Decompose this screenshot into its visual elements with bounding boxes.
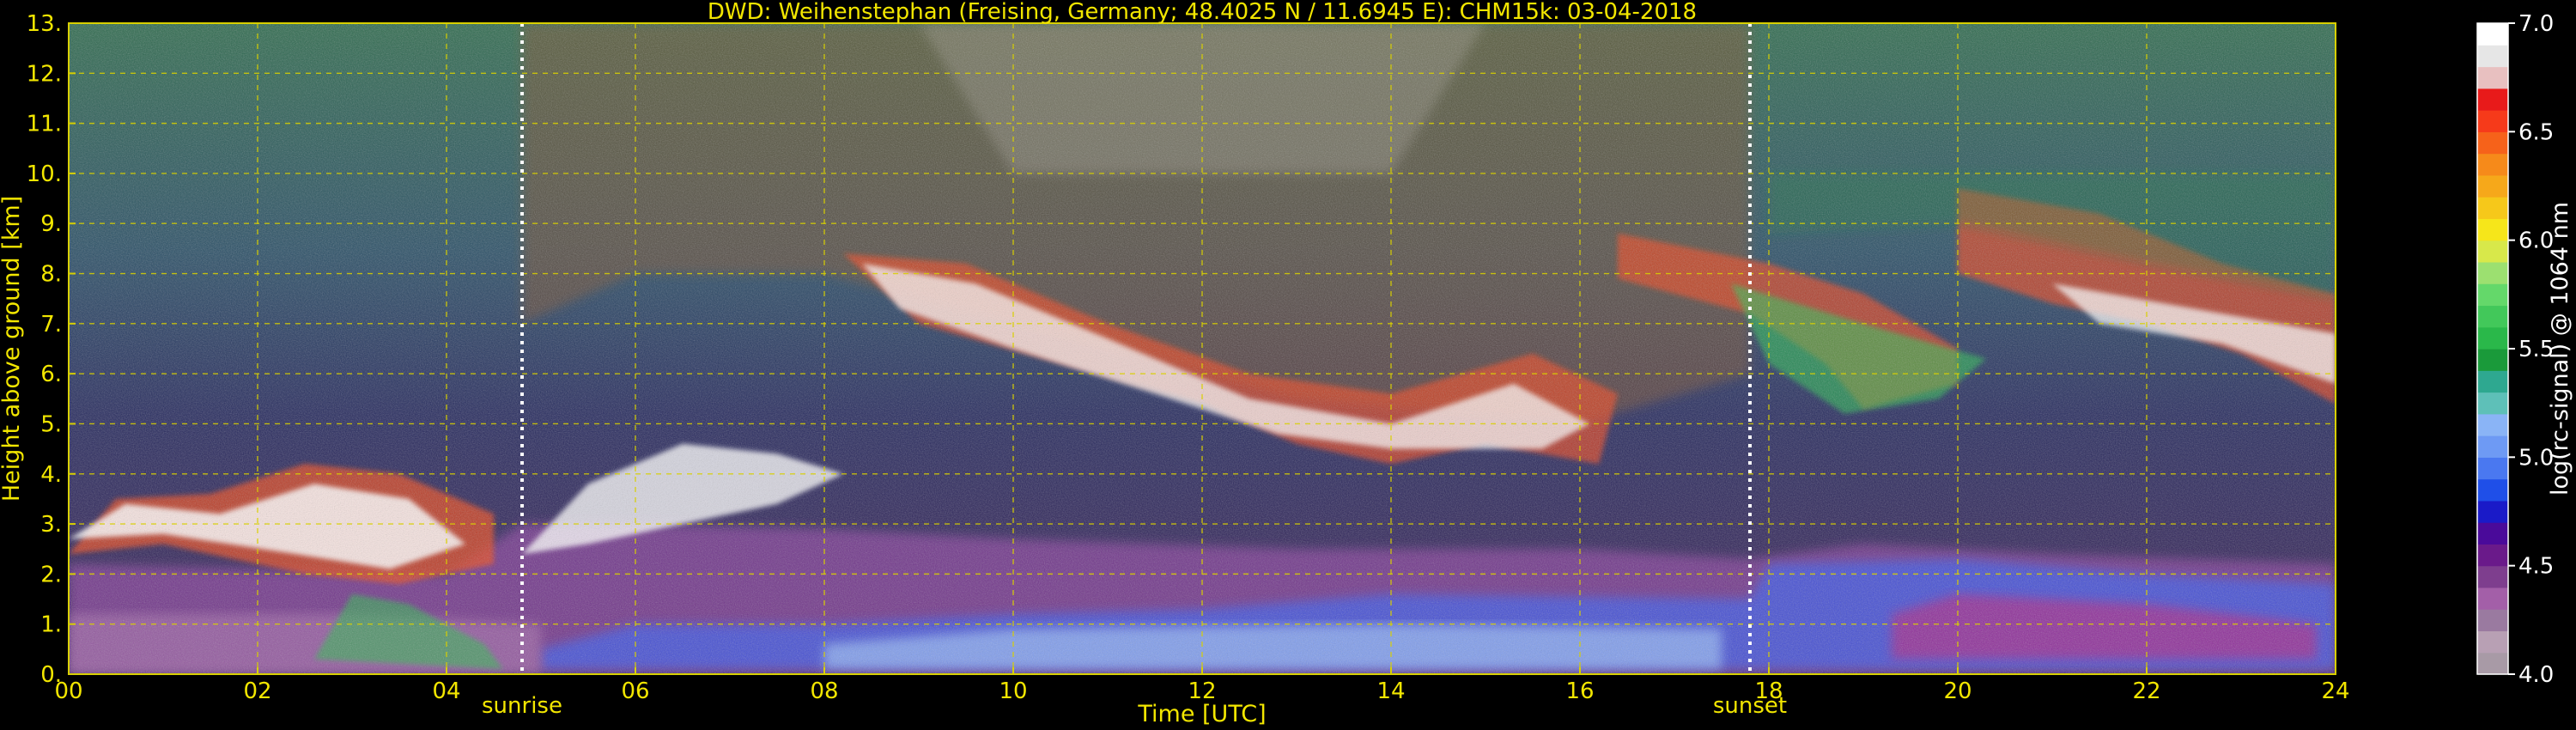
x-tick-label: 08 [810, 678, 838, 704]
x-tick-label: 06 [621, 678, 649, 704]
colorbar-segment [2477, 174, 2508, 198]
y-tick-label: 11. [27, 112, 62, 137]
y-tick-label: 12. [27, 61, 62, 87]
colorbar-segment [2477, 45, 2508, 68]
y-tick-label: 2. [40, 562, 62, 587]
y-tick-label: 4. [40, 462, 62, 488]
colorbar-segment [2477, 609, 2508, 632]
x-tick-label: 02 [243, 678, 271, 704]
chart-title: DWD: Weihenstephan (Freising, Germany; 4… [708, 0, 1697, 25]
colorbar-segment [2477, 370, 2508, 393]
colorbar-segment [2477, 283, 2508, 307]
colorbar-segment [2477, 218, 2508, 241]
colorbar-segment [2477, 66, 2508, 89]
y-tick-label: 3. [40, 512, 62, 538]
colorbar-segment [2477, 197, 2508, 219]
colorbar-segment [2477, 110, 2508, 132]
x-tick-label: 24 [2321, 678, 2349, 704]
sunrise-label: sunrise [482, 693, 562, 719]
y-tick-label: 10. [27, 161, 62, 187]
colorbar: 4.04.55.05.56.06.57.0 [2476, 11, 2554, 688]
colorbar-segment [2477, 652, 2508, 675]
x-tick-label: 20 [1943, 678, 1971, 704]
colorbar-segment [2477, 435, 2508, 458]
colorbar-segment [2477, 131, 2508, 155]
colorbar-tick-label: 4.5 [2518, 554, 2554, 580]
x-axis-label: Time [UTC] [1137, 701, 1266, 727]
y-tick-label: 1. [40, 612, 62, 638]
y-tick-label: 13. [27, 11, 62, 37]
x-tick-label: 22 [2132, 678, 2160, 704]
x-tick-label: 14 [1376, 678, 1405, 704]
colorbar-segment [2477, 544, 2508, 567]
x-tick-label: 16 [1565, 678, 1594, 704]
colorbar-segment [2477, 565, 2508, 588]
colorbar-segment [2477, 392, 2508, 415]
y-tick-label: 0. [40, 662, 62, 688]
colorbar-segment [2477, 240, 2508, 263]
colorbar-tick-label: 7.0 [2518, 11, 2554, 37]
y-tick-label: 9. [40, 211, 62, 237]
y-tick-label: 6. [40, 362, 62, 387]
colorbar-segment [2477, 326, 2508, 350]
y-tick-label: 7. [40, 312, 62, 338]
colorbar-segment [2477, 478, 2508, 502]
colorbar-tick-label: 6.5 [2518, 119, 2554, 145]
colorbar-segment [2477, 305, 2508, 328]
colorbar-tick-label: 4.0 [2518, 662, 2554, 688]
x-tick-label: 04 [432, 678, 460, 704]
colorbar-label: log(rc-signal) @ 1064 nm [2547, 202, 2573, 496]
y-tick-label: 5. [40, 411, 62, 437]
y-axis-label: Height above ground [km] [0, 196, 25, 502]
colorbar-segment [2477, 630, 2508, 654]
colorbar-segment [2477, 23, 2508, 46]
x-tick-label: 18 [1754, 678, 1783, 704]
y-tick-label: 8. [40, 262, 62, 288]
colorbar-segment [2477, 413, 2508, 436]
colorbar-segment [2477, 261, 2508, 284]
colorbar-segment [2477, 587, 2508, 610]
x-tick-label: 10 [999, 678, 1027, 704]
colorbar-segment [2477, 88, 2508, 111]
lidar-chart: sunrise sunset 00 02 04 06 08 10 12 14 16 18 20 22 24… [0, 0, 2573, 727]
colorbar-segment [2477, 500, 2508, 523]
colorbar-segment [2477, 457, 2508, 480]
colorbar-segment [2477, 153, 2508, 176]
colorbar-segment [2477, 522, 2508, 544]
colorbar-segment [2477, 349, 2508, 371]
